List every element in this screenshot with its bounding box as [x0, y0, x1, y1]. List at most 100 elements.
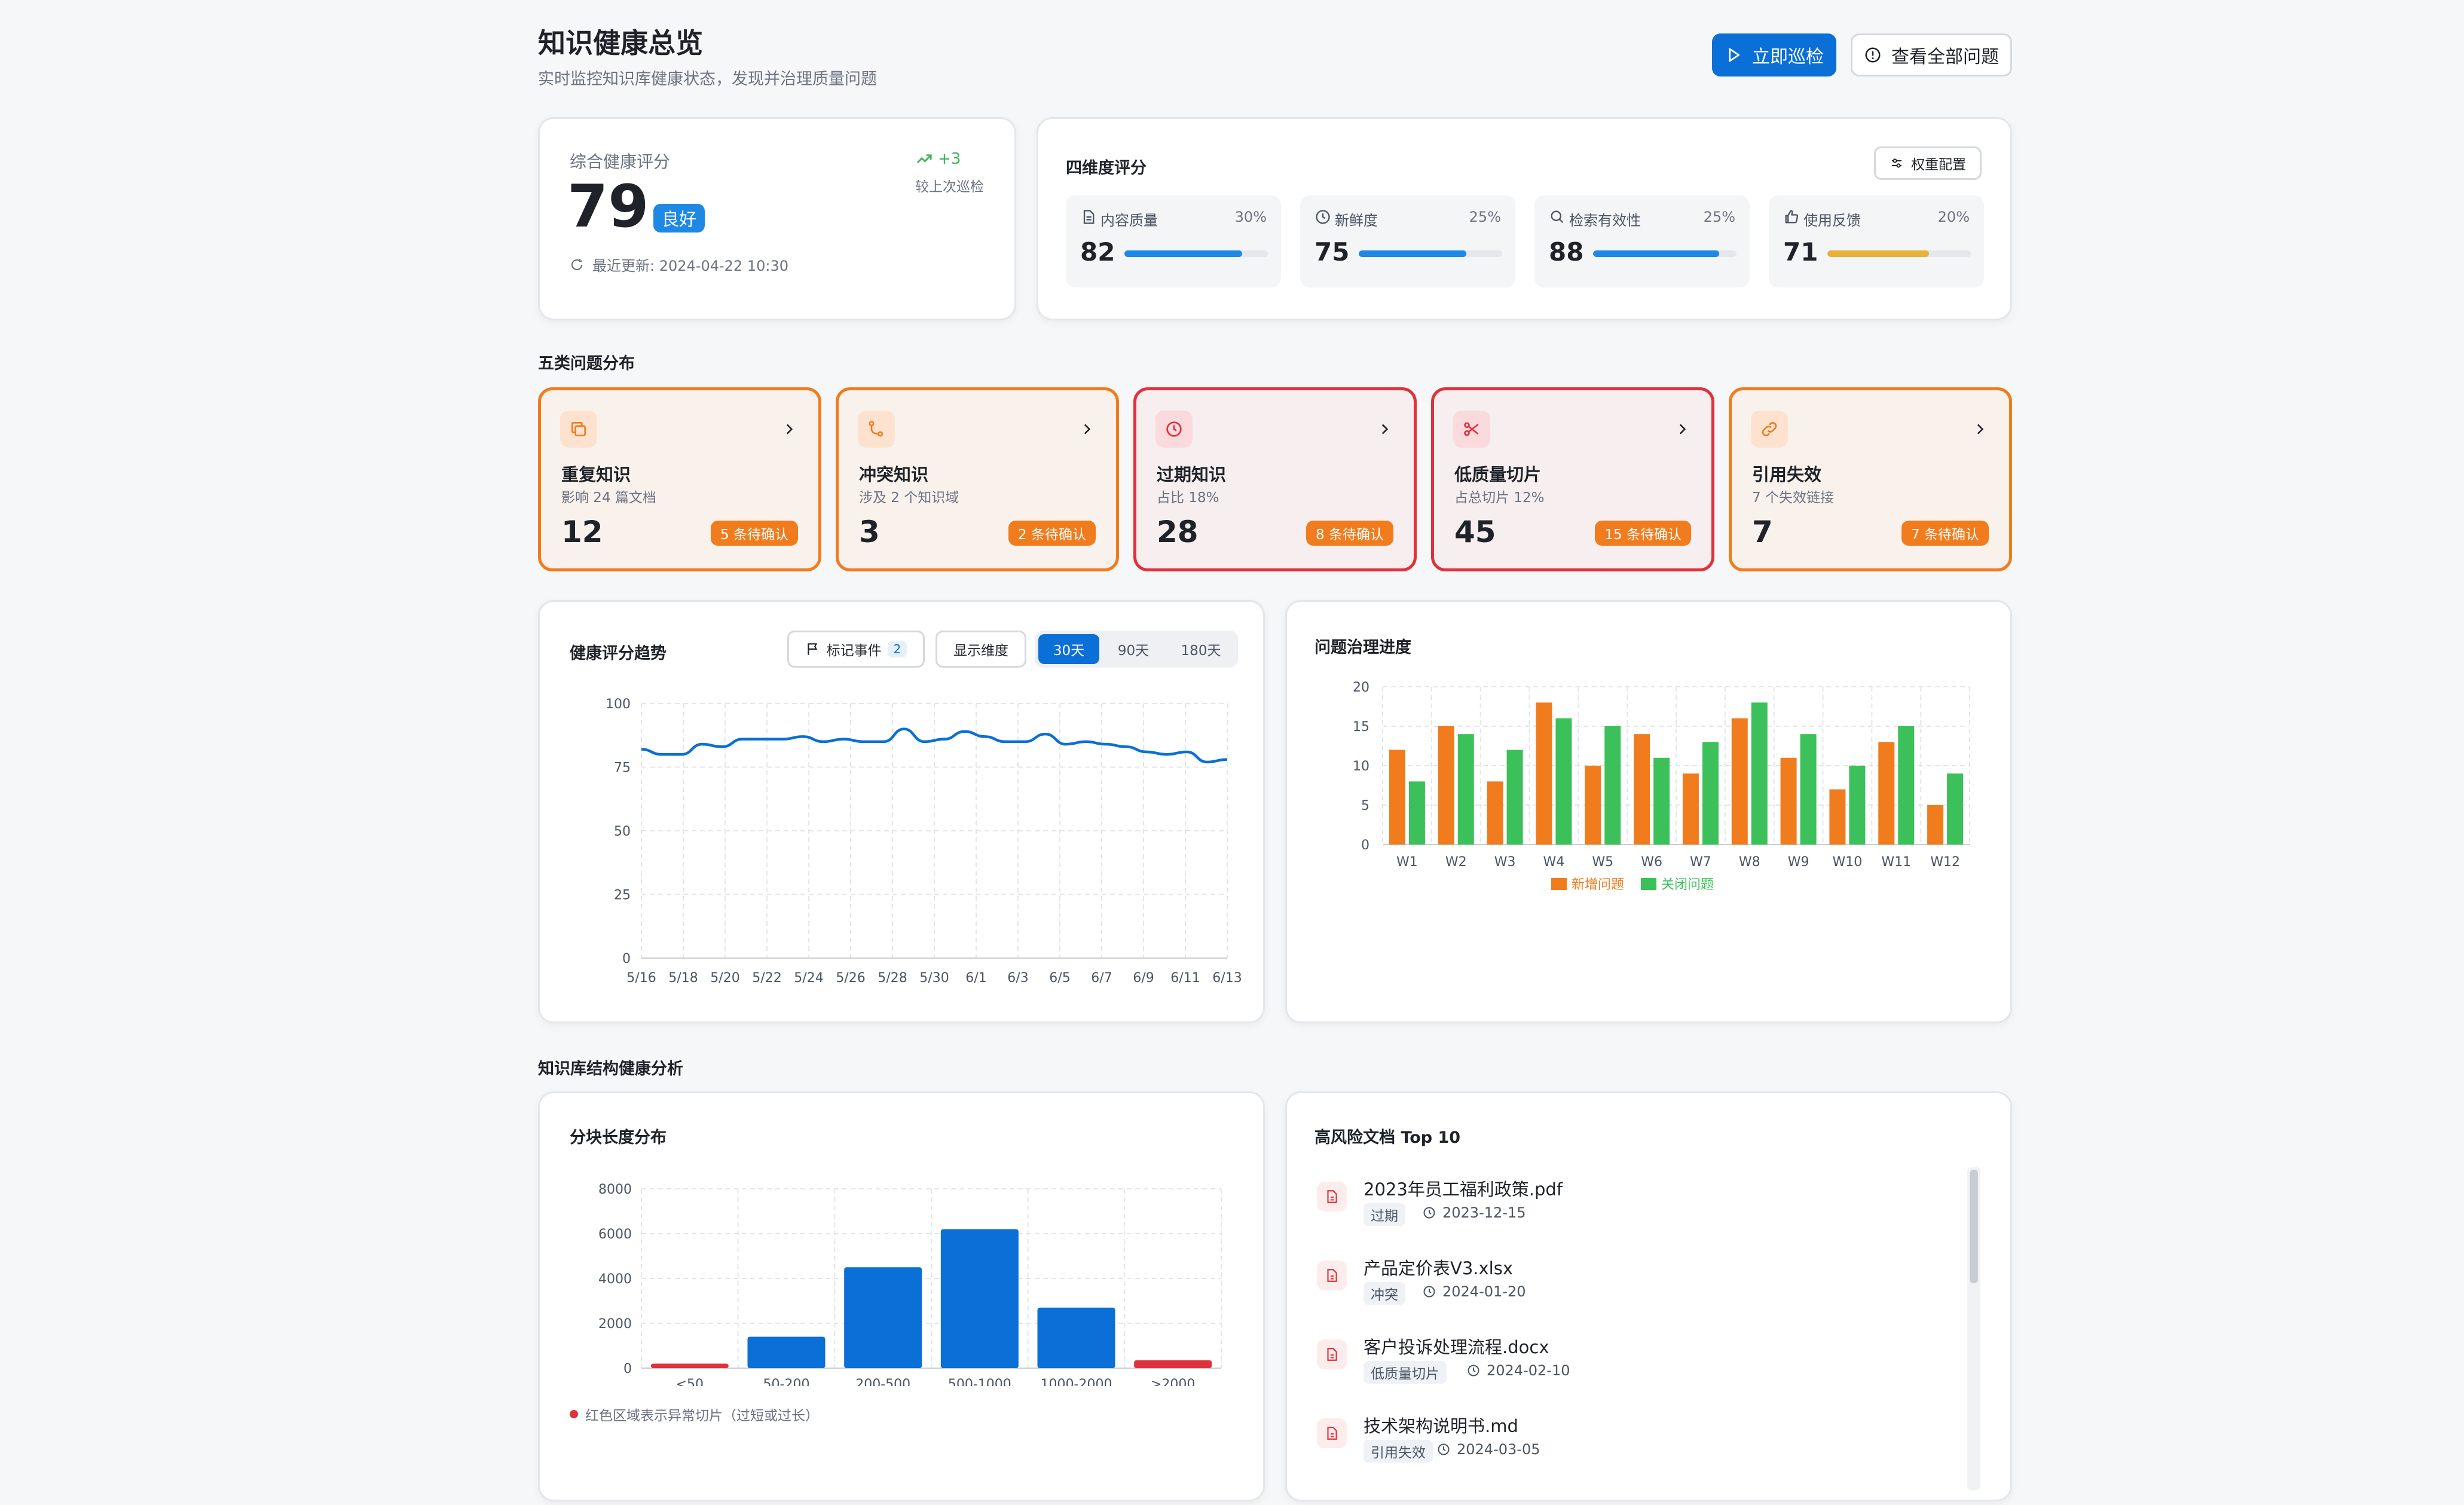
dimension-progress-bar [1827, 250, 1971, 257]
x-tick-label: W10 [1833, 855, 1863, 870]
risk-doc-item[interactable]: 技术架构说明书.md 引用失效 2024-03-05 [1317, 1408, 1933, 1479]
file-icon [1317, 1261, 1347, 1290]
scrollbar-thumb[interactable] [1970, 1170, 1978, 1283]
range-90d-tab[interactable]: 90天 [1103, 634, 1164, 664]
risk-doc-date-text: 2024-02-10 [1487, 1362, 1570, 1379]
problem-card-conflict[interactable]: 冲突知识 涉及 2 个知识域 3 2 条待确认 [836, 387, 1119, 571]
chevron-right-icon[interactable] [1972, 421, 1988, 437]
problem-card-broken-citation[interactable]: 引用失效 7 个失效链接 7 7 条待确认 [1729, 387, 2012, 571]
risk-doc-name: 2023年员工福利政策.pdf [1364, 1179, 1563, 1200]
y-tick-label: 6000 [598, 1227, 632, 1242]
range-30d-tab[interactable]: 30天 [1038, 634, 1099, 664]
closed-issues-bar [1457, 734, 1474, 845]
x-tick-label: 200-500 [855, 1377, 910, 1386]
problem-title: 过期知识 [1157, 464, 1227, 485]
chevron-right-icon[interactable] [1674, 421, 1690, 437]
chevron-right-icon[interactable] [781, 421, 797, 437]
new-issues-bar [1487, 781, 1503, 845]
weight-config-label: 权重配置 [1911, 157, 1966, 173]
patrol-now-label: 立即巡检 [1752, 47, 1824, 68]
risk-doc-item[interactable]: 产品定价表V3.xlsx 冲突 2024-01-20 [1317, 1250, 1933, 1322]
pending-badge: 5 条待确认 [711, 521, 798, 546]
range-180d-tab[interactable]: 180天 [1167, 634, 1234, 664]
copy-icon [560, 411, 597, 448]
dimension-progress-fill [1593, 250, 1720, 257]
x-tick-label: 5/26 [836, 971, 865, 986]
dimension-tile-feedback[interactable]: 使用反馈 20% 71 [1769, 195, 1984, 287]
alert-circle-icon [1865, 47, 1881, 63]
dimension-tile-retrieval[interactable]: 检索有效性 25% 88 [1534, 195, 1750, 287]
legend-label: 关闭问题 [1661, 877, 1714, 892]
risk-doc-tag: 低质量切片 [1364, 1361, 1447, 1384]
closed-issues-bar [1653, 757, 1670, 845]
overall-score-value: 79 [567, 173, 649, 241]
problem-subtitle: 7 个失效链接 [1752, 490, 1834, 506]
dimension-tile-freshness[interactable]: 新鲜度 25% 75 [1300, 195, 1515, 287]
pending-badge: 7 条待确认 [1902, 521, 1989, 546]
mark-events-button[interactable]: 标记事件 2 [787, 631, 925, 668]
chunk-length-bar [650, 1363, 729, 1368]
new-issues-bar [1780, 757, 1797, 845]
x-tick-label: W2 [1445, 855, 1467, 870]
chunk-distribution-title: 分块长度分布 [570, 1128, 667, 1147]
x-tick-label: 6/3 [1007, 971, 1028, 986]
high-risk-docs-card: 高风险文档 Top 10 2023年员工福利政策.pdf 过期 2023-12-… [1285, 1091, 2012, 1501]
dimension-progress-bar [1359, 250, 1502, 257]
x-tick-label: W11 [1881, 855, 1911, 870]
x-tick-label: W9 [1788, 855, 1809, 870]
flag-icon [807, 643, 817, 655]
dimension-weight: 25% [1703, 209, 1735, 225]
clock-icon [1423, 1286, 1435, 1298]
problem-title: 低质量切片 [1454, 464, 1542, 485]
dimension-tile-content-quality[interactable]: 内容质量 30% 82 [1066, 195, 1281, 287]
chevron-right-icon[interactable] [1079, 421, 1095, 437]
sliders-icon [1892, 158, 1902, 168]
show-dimensions-label: 显示维度 [953, 643, 1008, 659]
dimension-name: 检索有效性 [1569, 212, 1641, 229]
show-dimensions-button[interactable]: 显示维度 [936, 631, 1026, 668]
dimension-name: 使用反馈 [1803, 212, 1861, 229]
closed-issues-bar [1800, 734, 1817, 845]
thumbs-up-icon [1785, 210, 1799, 224]
risk-doc-item[interactable]: 2023年员工福利政策.pdf 过期 2023-12-15 [1317, 1171, 1933, 1243]
problem-card-low-quality[interactable]: 低质量切片 占总切片 12% 45 15 条待确认 [1431, 387, 1714, 571]
legend-swatch [1641, 878, 1656, 890]
weight-config-button[interactable]: 权重配置 [1874, 146, 1982, 180]
x-tick-label: 6/7 [1091, 971, 1112, 986]
dimension-score: 71 [1783, 237, 1818, 267]
x-tick-label: W1 [1396, 855, 1418, 870]
risk-doc-date: 2024-01-20 [1422, 1283, 1526, 1300]
x-tick-label: W3 [1494, 855, 1516, 870]
clock-icon [1155, 411, 1193, 448]
closed-issues-bar [1408, 781, 1425, 845]
risk-doc-item[interactable]: 客户投诉处理流程.docx 低质量切片 2024-02-10 [1317, 1329, 1933, 1400]
closed-issues-bar [1751, 702, 1768, 845]
chunk-length-bar [844, 1267, 922, 1368]
problem-card-duplicate[interactable]: 重复知识 影响 24 篇文档 12 5 条待确认 [538, 387, 821, 571]
patrol-now-button[interactable]: 立即巡检 [1712, 33, 1836, 77]
dimension-weight: 30% [1234, 209, 1267, 225]
issue-progress-card: 问题治理进度 0 5 10 15 20 W1 W2 W3 W4 W5 W6 W7 W8 W9 W10 W11 W… [1285, 600, 2012, 1023]
legend-label: 新增问题 [1572, 877, 1624, 892]
problem-count: 28 [1157, 515, 1199, 549]
x-tick-label: 6/1 [965, 971, 986, 986]
git-branch-icon [858, 411, 895, 448]
chunk-note-text: 红色区域表示异常切片（过短或过长） [585, 1408, 819, 1424]
dimension-name: 内容质量 [1100, 212, 1158, 229]
view-all-issues-button[interactable]: 查看全部问题 [1851, 33, 2012, 77]
chevron-right-icon[interactable] [1377, 421, 1392, 437]
problem-title: 引用失效 [1752, 464, 1822, 485]
problem-count: 7 [1752, 515, 1773, 549]
x-tick-label: >2000 [1151, 1377, 1195, 1386]
dimension-scores-card: 四维度评分 权重配置 内容质量 30% 82 新鲜度 25% 75 检索有效性 … [1037, 117, 2012, 320]
risk-list-scrollbar[interactable] [1967, 1167, 1980, 1490]
overall-score-card: 综合健康评分 79 良好 +3 较上次巡检 最近更新: 2024-04-22 1… [538, 117, 1016, 320]
x-tick-label: W12 [1930, 855, 1960, 870]
new-issues-bar [1536, 702, 1552, 845]
view-all-issues-label: 查看全部问题 [1891, 47, 1999, 68]
problem-card-expired[interactable]: 过期知识 占比 18% 28 8 条待确认 [1133, 387, 1417, 571]
dimension-name: 新鲜度 [1335, 212, 1378, 229]
problem-title: 重复知识 [561, 464, 631, 485]
health-trend-title: 健康评分趋势 [570, 644, 667, 663]
y-tick-label: 25 [614, 888, 631, 903]
